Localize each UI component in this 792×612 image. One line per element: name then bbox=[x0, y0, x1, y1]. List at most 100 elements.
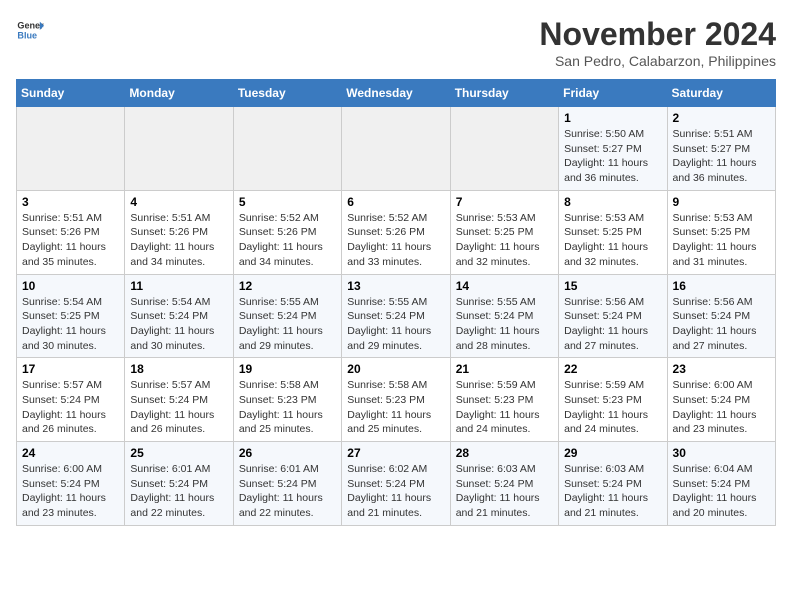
calendar-cell: 17Sunrise: 5:57 AMSunset: 5:24 PMDayligh… bbox=[17, 358, 125, 442]
calendar-cell: 2 Sunrise: 5:51 AMSunset: 5:27 PMDaylight… bbox=[667, 107, 775, 191]
day-info: Sunrise: 5:59 AMSunset: 5:23 PMDaylight:… bbox=[564, 378, 661, 437]
calendar-cell: 7 Sunrise: 5:53 AMSunset: 5:25 PMDaylight… bbox=[450, 190, 558, 274]
day-number: 26 bbox=[239, 446, 336, 460]
calendar-cell: 14 Sunrise: 5:55 AMSunset: 5:24 PMDayligh… bbox=[450, 274, 558, 358]
day-number: 13 bbox=[347, 279, 444, 293]
weekday-header-sunday: Sunday bbox=[17, 80, 125, 107]
logo-icon: General Blue bbox=[16, 16, 44, 44]
weekday-header-monday: Monday bbox=[125, 80, 233, 107]
page-header: General Blue November 2024 San Pedro, Ca… bbox=[16, 16, 776, 69]
month-title: November 2024 bbox=[539, 16, 776, 53]
day-info: Sunrise: 5:51 AMSunset: 5:27 PMDaylight:… bbox=[673, 127, 770, 186]
day-number: 10 bbox=[22, 279, 119, 293]
calendar-cell: 1 Sunrise: 5:50 AMSunset: 5:27 PMDaylight… bbox=[559, 107, 667, 191]
day-info: Sunrise: 5:55 AMSunset: 5:24 PMDaylight:… bbox=[456, 295, 553, 354]
day-info: Sunrise: 5:58 AMSunset: 5:23 PMDaylight:… bbox=[347, 378, 444, 437]
day-info: Sunrise: 5:51 AMSunset: 5:26 PMDaylight:… bbox=[130, 211, 227, 270]
day-number: 3 bbox=[22, 195, 119, 209]
calendar-cell: 11 Sunrise: 5:54 AMSunset: 5:24 PMDayligh… bbox=[125, 274, 233, 358]
day-number: 9 bbox=[673, 195, 770, 209]
day-info: Sunrise: 6:02 AMSunset: 5:24 PMDaylight:… bbox=[347, 462, 444, 521]
day-number: 5 bbox=[239, 195, 336, 209]
day-number: 11 bbox=[130, 279, 227, 293]
day-info: Sunrise: 5:54 AMSunset: 5:25 PMDaylight:… bbox=[22, 295, 119, 354]
day-number: 22 bbox=[564, 362, 661, 376]
day-info: Sunrise: 5:59 AMSunset: 5:23 PMDaylight:… bbox=[456, 378, 553, 437]
calendar-cell: 28 Sunrise: 6:03 AMSunset: 5:24 PMDayligh… bbox=[450, 442, 558, 526]
calendar-cell: 20 Sunrise: 5:58 AMSunset: 5:23 PMDayligh… bbox=[342, 358, 450, 442]
svg-text:Blue: Blue bbox=[17, 30, 37, 40]
day-number: 12 bbox=[239, 279, 336, 293]
day-number: 19 bbox=[239, 362, 336, 376]
day-info: Sunrise: 5:57 AMSunset: 5:24 PMDaylight:… bbox=[130, 378, 227, 437]
calendar-cell: 16Sunrise: 5:56 AMSunset: 5:24 PMDayligh… bbox=[667, 274, 775, 358]
calendar-cell: 27Sunrise: 6:02 AMSunset: 5:24 PMDayligh… bbox=[342, 442, 450, 526]
calendar-cell: 30Sunrise: 6:04 AMSunset: 5:24 PMDayligh… bbox=[667, 442, 775, 526]
day-number: 24 bbox=[22, 446, 119, 460]
day-number: 18 bbox=[130, 362, 227, 376]
day-info: Sunrise: 6:03 AMSunset: 5:24 PMDaylight:… bbox=[456, 462, 553, 521]
calendar-cell: 15 Sunrise: 5:56 AMSunset: 5:24 PMDayligh… bbox=[559, 274, 667, 358]
day-number: 29 bbox=[564, 446, 661, 460]
calendar-cell: 23 Sunrise: 6:00 AMSunset: 5:24 PMDayligh… bbox=[667, 358, 775, 442]
title-block: November 2024 San Pedro, Calabarzon, Phi… bbox=[539, 16, 776, 69]
day-info: Sunrise: 6:04 AMSunset: 5:24 PMDaylight:… bbox=[673, 462, 770, 521]
day-info: Sunrise: 5:57 AMSunset: 5:24 PMDaylight:… bbox=[22, 378, 119, 437]
day-number: 20 bbox=[347, 362, 444, 376]
calendar-cell: 9 Sunrise: 5:53 AMSunset: 5:25 PMDaylight… bbox=[667, 190, 775, 274]
calendar-cell bbox=[450, 107, 558, 191]
calendar-cell: 12 Sunrise: 5:55 AMSunset: 5:24 PMDayligh… bbox=[233, 274, 341, 358]
calendar-cell: 25 Sunrise: 6:01 AMSunset: 5:24 PMDayligh… bbox=[125, 442, 233, 526]
weekday-header-tuesday: Tuesday bbox=[233, 80, 341, 107]
day-number: 21 bbox=[456, 362, 553, 376]
calendar-cell: 26 Sunrise: 6:01 AMSunset: 5:24 PMDayligh… bbox=[233, 442, 341, 526]
day-number: 16 bbox=[673, 279, 770, 293]
calendar-week-1: 1 Sunrise: 5:50 AMSunset: 5:27 PMDaylight… bbox=[17, 107, 776, 191]
calendar-cell: 13Sunrise: 5:55 AMSunset: 5:24 PMDayligh… bbox=[342, 274, 450, 358]
day-info: Sunrise: 5:56 AMSunset: 5:24 PMDaylight:… bbox=[564, 295, 661, 354]
day-info: Sunrise: 6:00 AMSunset: 5:24 PMDaylight:… bbox=[673, 378, 770, 437]
day-info: Sunrise: 5:51 AMSunset: 5:26 PMDaylight:… bbox=[22, 211, 119, 270]
calendar-cell: 21 Sunrise: 5:59 AMSunset: 5:23 PMDayligh… bbox=[450, 358, 558, 442]
day-number: 7 bbox=[456, 195, 553, 209]
day-number: 2 bbox=[673, 111, 770, 125]
logo: General Blue bbox=[16, 16, 44, 44]
day-number: 4 bbox=[130, 195, 227, 209]
day-info: Sunrise: 6:03 AMSunset: 5:24 PMDaylight:… bbox=[564, 462, 661, 521]
calendar-cell: 19Sunrise: 5:58 AMSunset: 5:23 PMDayligh… bbox=[233, 358, 341, 442]
day-number: 1 bbox=[564, 111, 661, 125]
calendar-cell bbox=[342, 107, 450, 191]
calendar-cell bbox=[125, 107, 233, 191]
day-info: Sunrise: 6:01 AMSunset: 5:24 PMDaylight:… bbox=[239, 462, 336, 521]
day-info: Sunrise: 5:50 AMSunset: 5:27 PMDaylight:… bbox=[564, 127, 661, 186]
calendar-week-2: 3 Sunrise: 5:51 AMSunset: 5:26 PMDaylight… bbox=[17, 190, 776, 274]
calendar-week-4: 17Sunrise: 5:57 AMSunset: 5:24 PMDayligh… bbox=[17, 358, 776, 442]
day-number: 28 bbox=[456, 446, 553, 460]
calendar-cell bbox=[233, 107, 341, 191]
day-info: Sunrise: 5:53 AMSunset: 5:25 PMDaylight:… bbox=[456, 211, 553, 270]
day-info: Sunrise: 5:52 AMSunset: 5:26 PMDaylight:… bbox=[239, 211, 336, 270]
day-number: 8 bbox=[564, 195, 661, 209]
weekday-header-wednesday: Wednesday bbox=[342, 80, 450, 107]
calendar-cell: 4 Sunrise: 5:51 AMSunset: 5:26 PMDaylight… bbox=[125, 190, 233, 274]
calendar-cell: 10 Sunrise: 5:54 AMSunset: 5:25 PMDayligh… bbox=[17, 274, 125, 358]
calendar-cell: 3 Sunrise: 5:51 AMSunset: 5:26 PMDaylight… bbox=[17, 190, 125, 274]
calendar-cell: 6Sunrise: 5:52 AMSunset: 5:26 PMDaylight… bbox=[342, 190, 450, 274]
weekday-header-saturday: Saturday bbox=[667, 80, 775, 107]
day-info: Sunrise: 5:54 AMSunset: 5:24 PMDaylight:… bbox=[130, 295, 227, 354]
weekday-header-thursday: Thursday bbox=[450, 80, 558, 107]
day-number: 14 bbox=[456, 279, 553, 293]
day-number: 25 bbox=[130, 446, 227, 460]
day-info: Sunrise: 5:55 AMSunset: 5:24 PMDaylight:… bbox=[239, 295, 336, 354]
calendar-cell bbox=[17, 107, 125, 191]
weekday-header-friday: Friday bbox=[559, 80, 667, 107]
day-number: 15 bbox=[564, 279, 661, 293]
day-info: Sunrise: 5:53 AMSunset: 5:25 PMDaylight:… bbox=[673, 211, 770, 270]
calendar-table: SundayMondayTuesdayWednesdayThursdayFrid… bbox=[16, 79, 776, 526]
day-info: Sunrise: 6:01 AMSunset: 5:24 PMDaylight:… bbox=[130, 462, 227, 521]
calendar-cell: 22 Sunrise: 5:59 AMSunset: 5:23 PMDayligh… bbox=[559, 358, 667, 442]
calendar-cell: 29 Sunrise: 6:03 AMSunset: 5:24 PMDayligh… bbox=[559, 442, 667, 526]
day-number: 23 bbox=[673, 362, 770, 376]
calendar-cell: 5 Sunrise: 5:52 AMSunset: 5:26 PMDaylight… bbox=[233, 190, 341, 274]
day-info: Sunrise: 6:00 AMSunset: 5:24 PMDaylight:… bbox=[22, 462, 119, 521]
